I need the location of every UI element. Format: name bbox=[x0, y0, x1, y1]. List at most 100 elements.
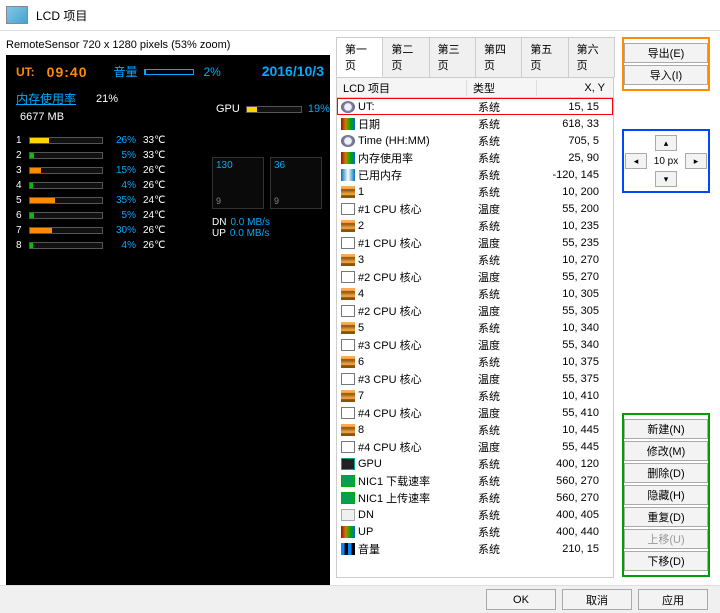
item-xy: 400, 405 bbox=[548, 509, 613, 521]
list-item[interactable]: GPU系统400, 120 bbox=[337, 455, 613, 472]
gpu-pct: 19% bbox=[308, 103, 330, 115]
item-icon bbox=[341, 509, 355, 521]
ok-button[interactable]: OK bbox=[486, 589, 556, 610]
item-type: 系统 bbox=[478, 541, 548, 557]
list-item[interactable]: NIC1 上传速率系统560, 270 bbox=[337, 489, 613, 506]
item-icon bbox=[341, 203, 355, 215]
list-item[interactable]: NIC1 下载速率系统560, 270 bbox=[337, 472, 613, 489]
list-item[interactable]: DN系统400, 405 bbox=[337, 506, 613, 523]
item-icon bbox=[341, 118, 355, 130]
item-type: 温度 bbox=[478, 439, 548, 455]
item-type: 系统 bbox=[478, 133, 548, 149]
import-button[interactable]: 导入(I) bbox=[624, 65, 708, 85]
duplicate-button[interactable]: 重复(D) bbox=[624, 507, 708, 527]
date-value: 2016/10/3 bbox=[262, 63, 324, 79]
list-item[interactable]: #2 CPU 核心温度55, 270 bbox=[337, 268, 613, 285]
tab-6[interactable]: 第六页 bbox=[568, 37, 615, 77]
chart-a-scale: 9 bbox=[216, 196, 221, 206]
movedown-button[interactable]: 下移(D) bbox=[624, 551, 708, 571]
item-icon bbox=[341, 322, 355, 334]
list-item[interactable]: 1系统10, 200 bbox=[337, 183, 613, 200]
list-item[interactable]: #3 CPU 核心温度55, 340 bbox=[337, 336, 613, 353]
nudge-right-button[interactable]: ▸ bbox=[685, 153, 707, 169]
item-list[interactable]: UT:系统15, 15日期系统618, 33Time (HH:MM)系统705,… bbox=[336, 98, 614, 578]
hide-button[interactable]: 隐藏(H) bbox=[624, 485, 708, 505]
list-item[interactable]: 6系统10, 375 bbox=[337, 353, 613, 370]
list-item[interactable]: UP系统400, 440 bbox=[337, 523, 613, 540]
item-icon bbox=[341, 152, 355, 164]
apply-button[interactable]: 应用 bbox=[638, 589, 708, 610]
nudge-up-button[interactable]: ▴ bbox=[655, 135, 677, 151]
item-icon bbox=[341, 475, 355, 487]
chart-b-scale: 9 bbox=[274, 196, 279, 206]
item-xy: 55, 200 bbox=[548, 203, 613, 215]
app-icon bbox=[6, 6, 28, 24]
col-name-header[interactable]: LCD 项目 bbox=[337, 80, 467, 96]
list-item[interactable]: 日期系统618, 33 bbox=[337, 115, 613, 132]
list-item[interactable]: #4 CPU 核心温度55, 410 bbox=[337, 404, 613, 421]
list-item[interactable]: UT:系统15, 15 bbox=[337, 98, 613, 115]
volume-bar bbox=[144, 69, 194, 75]
import-export-group: 导出(E) 导入(I) bbox=[622, 37, 710, 91]
list-item[interactable]: 8系统10, 445 bbox=[337, 421, 613, 438]
nudge-left-button[interactable]: ◂ bbox=[625, 153, 647, 169]
list-item[interactable]: #3 CPU 核心温度55, 375 bbox=[337, 370, 613, 387]
tab-5[interactable]: 第五页 bbox=[521, 37, 568, 77]
list-item[interactable]: #1 CPU 核心温度55, 200 bbox=[337, 200, 613, 217]
export-button[interactable]: 导出(E) bbox=[624, 43, 708, 63]
item-xy: 10, 410 bbox=[548, 390, 613, 402]
list-item[interactable]: #4 CPU 核心温度55, 445 bbox=[337, 438, 613, 455]
list-item[interactable]: Time (HH:MM)系统705, 5 bbox=[337, 132, 613, 149]
list-item[interactable]: 内存使用率系统25, 90 bbox=[337, 149, 613, 166]
list-item[interactable]: 7系统10, 410 bbox=[337, 387, 613, 404]
list-item[interactable]: 4系统10, 305 bbox=[337, 285, 613, 302]
cancel-button[interactable]: 取消 bbox=[562, 589, 632, 610]
new-button[interactable]: 新建(N) bbox=[624, 419, 708, 439]
list-item[interactable]: #1 CPU 核心温度55, 235 bbox=[337, 234, 613, 251]
item-icon bbox=[341, 339, 355, 351]
tab-2[interactable]: 第二页 bbox=[382, 37, 429, 77]
page-tabs: 第一页第二页第三页第四页第五页第六页 bbox=[336, 37, 614, 78]
item-xy: 10, 375 bbox=[548, 356, 613, 368]
item-icon bbox=[341, 356, 355, 368]
tab-3[interactable]: 第三页 bbox=[429, 37, 476, 77]
delete-button[interactable]: 删除(D) bbox=[624, 463, 708, 483]
item-name: 日期 bbox=[358, 116, 478, 132]
item-type: 系统 bbox=[478, 184, 548, 200]
item-type: 系统 bbox=[478, 218, 548, 234]
item-type: 温度 bbox=[478, 337, 548, 353]
list-item[interactable]: 2系统10, 235 bbox=[337, 217, 613, 234]
item-name: #2 CPU 核心 bbox=[358, 303, 478, 319]
item-xy: 55, 305 bbox=[548, 305, 613, 317]
cpu-row: 84%26℃ bbox=[16, 238, 320, 253]
tab-4[interactable]: 第四页 bbox=[475, 37, 522, 77]
item-xy: 400, 440 bbox=[548, 526, 613, 538]
modify-button[interactable]: 修改(M) bbox=[624, 441, 708, 461]
gpu-bar bbox=[246, 106, 302, 113]
list-item[interactable]: 已用内存系统-120, 145 bbox=[337, 166, 613, 183]
list-item[interactable]: 3系统10, 270 bbox=[337, 251, 613, 268]
item-type: 系统 bbox=[478, 252, 548, 268]
item-name: 2 bbox=[358, 220, 478, 232]
item-type: 温度 bbox=[478, 405, 548, 421]
item-name: 7 bbox=[358, 390, 478, 402]
item-name: #1 CPU 核心 bbox=[358, 201, 478, 217]
item-icon bbox=[341, 220, 355, 232]
col-type-header[interactable]: 类型 bbox=[467, 80, 537, 96]
list-item[interactable]: #2 CPU 核心温度55, 305 bbox=[337, 302, 613, 319]
item-xy: -120, 145 bbox=[548, 169, 613, 181]
moveup-button[interactable]: 上移(U) bbox=[624, 529, 708, 549]
chart-b-value: 36 bbox=[274, 160, 285, 171]
nudge-px-display: 10 px bbox=[649, 156, 683, 167]
item-icon bbox=[341, 441, 355, 453]
item-name: #2 CPU 核心 bbox=[358, 269, 478, 285]
nudge-down-button[interactable]: ▾ bbox=[655, 171, 677, 187]
list-item[interactable]: 5系统10, 340 bbox=[337, 319, 613, 336]
item-name: NIC1 上传速率 bbox=[358, 490, 478, 506]
list-item[interactable]: 音量系统210, 15 bbox=[337, 540, 613, 557]
col-xy-header[interactable]: X, Y bbox=[537, 82, 613, 94]
item-icon bbox=[341, 271, 355, 283]
tab-1[interactable]: 第一页 bbox=[336, 37, 383, 77]
item-icon bbox=[341, 390, 355, 402]
item-icon bbox=[341, 288, 355, 300]
